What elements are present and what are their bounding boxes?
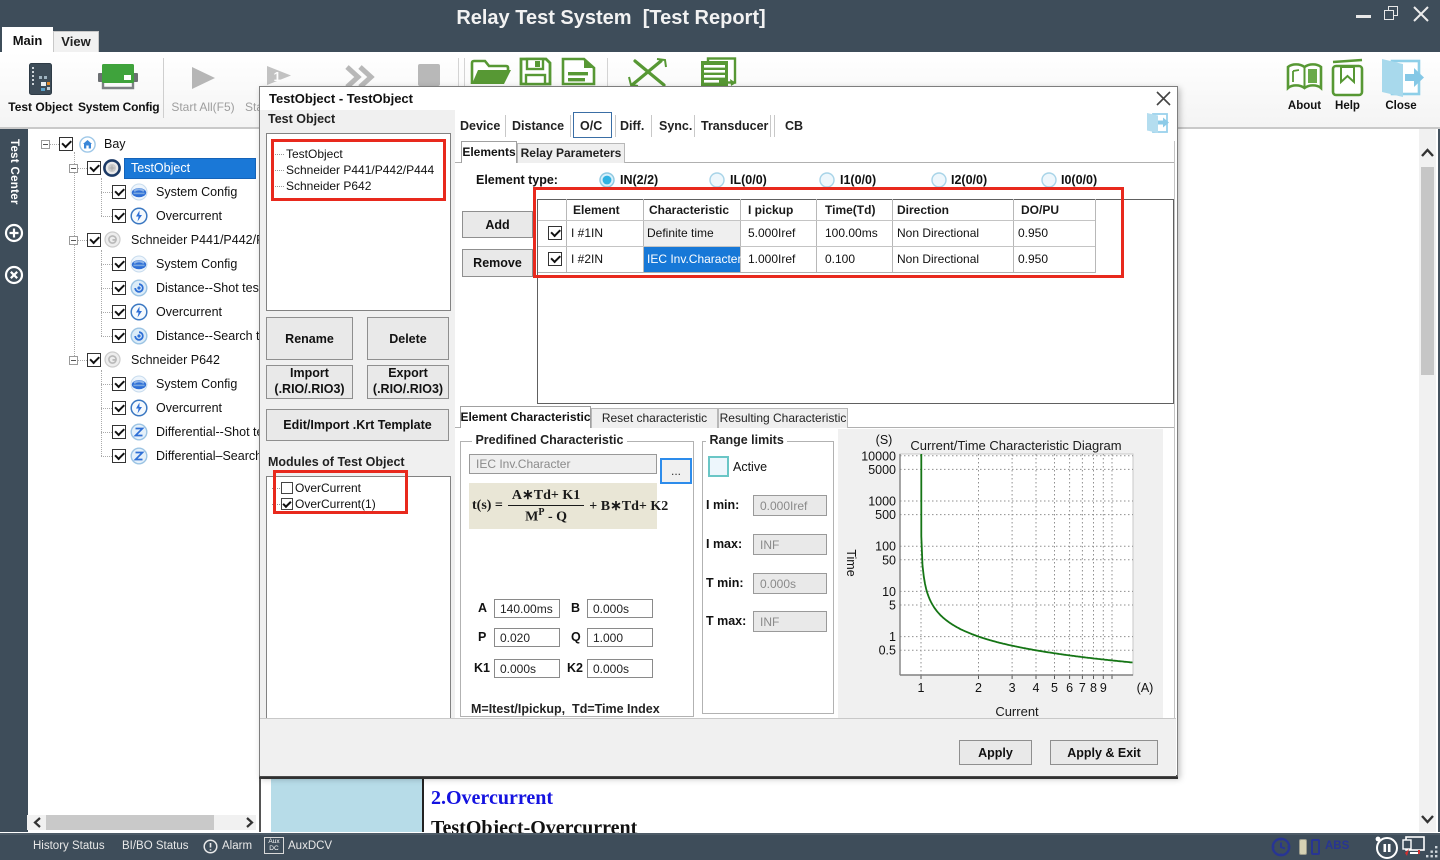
svg-text:Time: Time [844,549,858,576]
svg-text:(S): (S) [876,433,893,447]
svg-text:8: 8 [1090,681,1097,695]
svg-text:100: 100 [875,540,896,554]
svg-text:0.5: 0.5 [879,644,896,658]
svg-text:1: 1 [274,69,281,84]
svg-text:3: 3 [1009,681,1016,695]
svg-text:5: 5 [1051,681,1058,695]
svg-text:10000: 10000 [861,449,896,463]
svg-text:4: 4 [1033,681,1040,695]
svg-text:Current/Time Characteristic Di: Current/Time Characteristic Diagram [910,438,1121,453]
svg-text:6: 6 [1066,681,1073,695]
svg-text:Current: Current [995,704,1039,719]
svg-text:5000: 5000 [868,463,896,477]
svg-text:1: 1 [889,630,896,644]
svg-text:(A): (A) [1137,681,1154,695]
svg-text:2: 2 [975,681,982,695]
svg-text:1000: 1000 [868,495,896,509]
svg-text:500: 500 [875,508,896,522]
svg-text:9: 9 [1100,681,1107,695]
svg-text:5: 5 [889,599,896,613]
svg-text:10: 10 [882,585,896,599]
svg-text:7: 7 [1079,681,1086,695]
svg-text:1: 1 [918,681,925,695]
svg-text:50: 50 [882,553,896,567]
